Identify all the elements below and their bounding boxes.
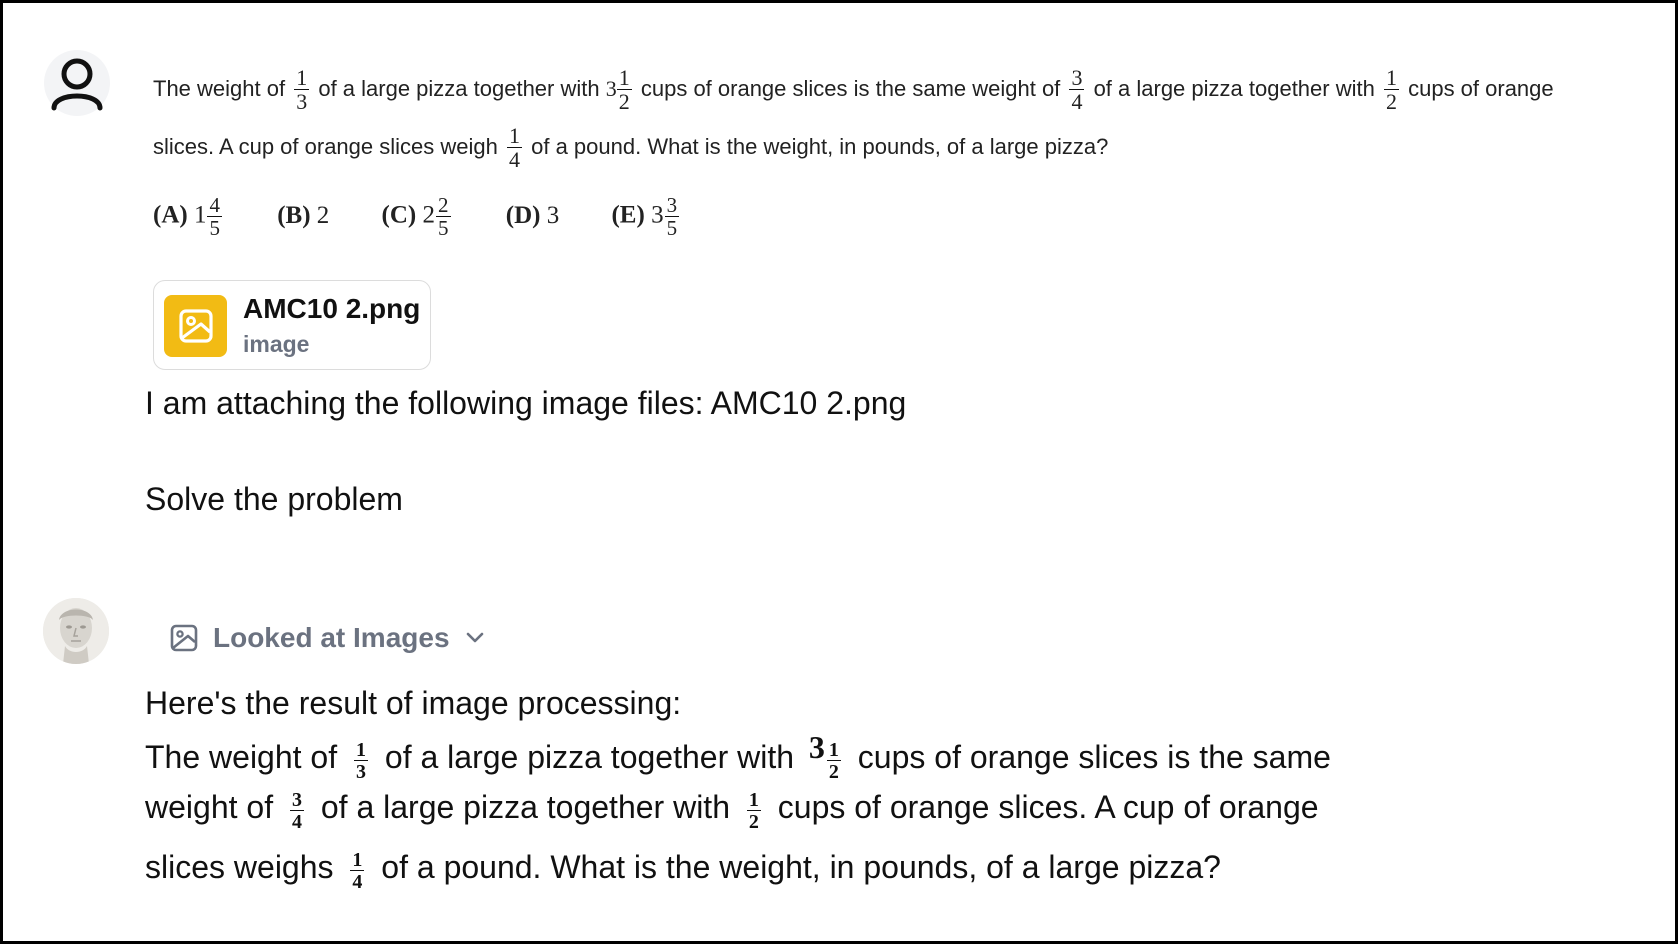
user-avatar — [44, 50, 110, 116]
assistant-avatar — [43, 598, 109, 664]
problem-text: of a large pizza together with — [1093, 75, 1375, 101]
problem-text: cups of orange — [1408, 75, 1554, 101]
problem-text: The weight of — [153, 75, 286, 101]
fraction: 13 — [294, 65, 310, 114]
answer-choices: (A) 145 (B) 2 (C) 225 (D) 3 (E) 335 — [153, 195, 728, 239]
attachment-name: AMC10 2.png — [243, 293, 421, 324]
problem-text: of a large pizza together with — [318, 75, 600, 101]
assistant-response-line: weight of 34 of a large pizza together w… — [145, 789, 1319, 833]
assistant-intro: Here's the result of image processing: — [145, 685, 682, 721]
problem-text: cups of orange slices is the same weight… — [640, 75, 1061, 101]
answer-choice-d: (D) 3 — [505, 201, 560, 229]
problem-line-2: slices. A cup of orange slices weigh 14 … — [153, 125, 1108, 171]
problem-line-1: The weight of 13 of a large pizza togeth… — [153, 67, 1554, 113]
chat-window: The weight of 13 of a large pizza togeth… — [0, 0, 1678, 944]
image-icon — [170, 624, 198, 652]
fraction: 12 — [1383, 65, 1399, 114]
looked-at-images-label: Looked at Images — [213, 622, 450, 653]
answer-choice-a: (A) 145 — [153, 193, 222, 240]
chevron-down-icon — [466, 632, 483, 643]
image-icon — [164, 295, 227, 357]
user-message-line: Solve the problem — [145, 481, 403, 517]
assistant-response-line: slices weighs 14 of a pound. What is the… — [145, 849, 1221, 893]
whole-number: 3 — [605, 75, 617, 101]
bust-icon — [43, 598, 109, 664]
answer-choice-c: (C) 225 — [381, 193, 451, 240]
problem-text: of a pound. What is the weight, in pound… — [531, 133, 1109, 159]
user-message-line: I am attaching the following image files… — [145, 385, 907, 421]
fraction: 34 — [1069, 65, 1085, 114]
answer-choice-e: (E) 335 — [611, 193, 680, 240]
fraction: 12 — [616, 65, 632, 114]
looked-at-images-toggle[interactable]: Looked at Images — [169, 618, 486, 658]
fraction: 14 — [506, 123, 522, 172]
answer-choice-b: (B) 2 — [277, 201, 330, 229]
attachment-card[interactable]: AMC10 2.png image — [153, 280, 431, 370]
user-icon — [51, 58, 103, 111]
assistant-response-line: The weight of 13 of a large pizza togeth… — [145, 729, 1331, 783]
attachment-type: image — [243, 331, 310, 357]
problem-text: slices. A cup of orange slices weigh — [153, 133, 498, 159]
